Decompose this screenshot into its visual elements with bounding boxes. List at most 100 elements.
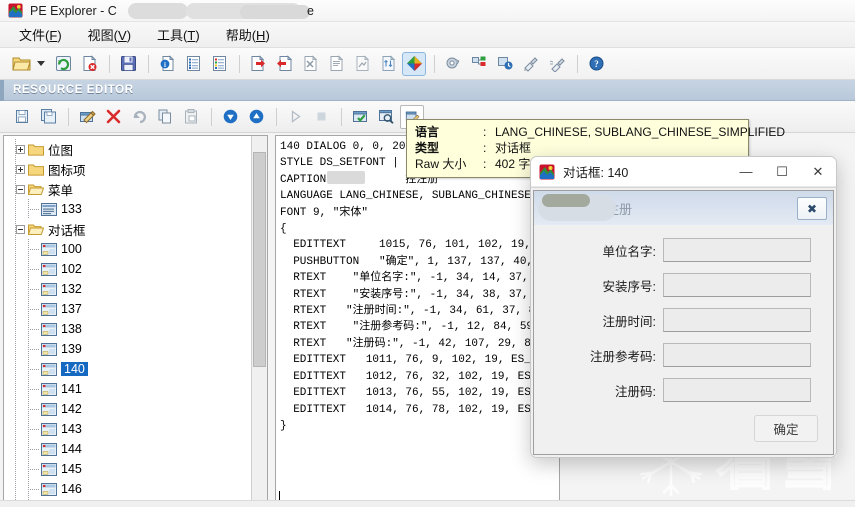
dialog-ok-button[interactable]: 确定 [754, 415, 818, 442]
preview-title-bar[interactable]: 对话框: 140 — ☐ ✕ [531, 157, 836, 187]
dialog-resource-icon [41, 482, 57, 496]
tree-item-dialog[interactable]: 143 [4, 419, 252, 439]
menu-item-file-mnemonic: F [49, 28, 58, 43]
tree-group-dialogs[interactable]: 对话框 [4, 219, 252, 239]
edit-resource-button[interactable] [75, 105, 99, 129]
menu-item-file[interactable]: 文件(F) [8, 22, 73, 47]
tree-guide-line [15, 299, 16, 319]
dialog-resource-icon [41, 462, 57, 476]
register-ref-code-field[interactable] [663, 343, 811, 367]
close-button[interactable]: ✕ [800, 157, 836, 187]
tree-guide-line [15, 279, 16, 299]
expander-plus-icon[interactable] [16, 164, 25, 174]
save-all-resources-button[interactable] [36, 105, 60, 129]
tooltip-value-type: 对话框 [495, 141, 532, 155]
move-down-button[interactable] [218, 105, 242, 129]
open-file-button[interactable] [9, 52, 33, 76]
compile-script-button[interactable] [348, 105, 372, 129]
resource-scan-button[interactable] [324, 52, 348, 76]
tree-item-dialog[interactable]: 138 [4, 319, 252, 339]
open-file-dropdown-arrow[interactable] [35, 52, 47, 76]
import-button[interactable] [272, 52, 296, 76]
menu-item-view[interactable]: 视图(V) [77, 22, 142, 47]
tree-guide-line [15, 459, 16, 479]
save-button[interactable] [116, 52, 140, 76]
tree-group-bitmap-label: 位图 [48, 143, 74, 158]
unpacker-button[interactable] [519, 52, 543, 76]
tree-item-dialog[interactable]: 100 [4, 239, 252, 259]
copy-button[interactable] [153, 105, 177, 129]
resource-editor-button[interactable] [402, 51, 426, 76]
tree-item-dialog[interactable]: 139 [4, 339, 252, 359]
resource-script-pane[interactable]: 140 DIALOG 0, 0, 200, STYLE DS_SETFONT |… [275, 135, 560, 504]
scrollbar-thumb[interactable] [253, 152, 266, 367]
expander-minus-icon[interactable] [16, 224, 25, 234]
save-resource-button[interactable] [10, 105, 34, 129]
debug-info-button[interactable] [376, 52, 400, 76]
tree-item-dialog[interactable]: 102 [4, 259, 252, 279]
tooltip-key-raw-size: Raw 大小 [415, 157, 467, 171]
export-button[interactable] [246, 52, 270, 76]
run-button[interactable] [283, 105, 307, 129]
stop-button[interactable] [309, 105, 333, 129]
field-row-install-serial: 安装序号: [534, 273, 833, 297]
disassembler-button[interactable] [441, 52, 465, 76]
scroll-up-button[interactable] [252, 136, 267, 151]
expander-plus-icon[interactable] [16, 144, 25, 154]
tree-group-icons[interactable]: 图标项 [4, 159, 252, 179]
tree-item-label: 137 [61, 302, 82, 316]
tree-vertical-scrollbar[interactable] [251, 136, 267, 503]
menu-item-view-mnemonic: V [118, 28, 127, 43]
dialog-resource-icon [41, 362, 57, 376]
tree-item-menu-133[interactable]: 133 [4, 199, 252, 219]
tree-group-bitmap[interactable]: 位图 [4, 139, 252, 159]
view-script-button[interactable] [374, 105, 398, 129]
resource-tree[interactable]: 位图 图标项 菜单 133 对话框 100 102 132 137 138 13… [4, 136, 252, 503]
delete-resource-button[interactable] [101, 105, 125, 129]
code-line: RTEXT "注册时间:", -1, 34, 61, 37, 8, [280, 305, 542, 318]
close-file-button[interactable] [77, 52, 101, 76]
dialog-close-icon[interactable]: ✖ [797, 197, 827, 220]
code-line: EDITTEXT 1014, 76, 78, 102, 19, ES_AUT [280, 403, 558, 416]
code-line: LANGUAGE LANG_CHINESE, SUBLANG_CHINESE_S… [280, 190, 558, 203]
quick-function-button[interactable] [493, 52, 517, 76]
tree-item-dialog[interactable]: 146 [4, 479, 252, 499]
tree-group-menu[interactable]: 菜单 [4, 179, 252, 199]
resource-tree-pane[interactable]: 位图 图标项 菜单 133 对话框 100 102 132 137 138 13… [3, 135, 268, 504]
tree-item-dialog-140[interactable]: 140 [4, 359, 252, 379]
tree-item-dialog[interactable]: 132 [4, 279, 252, 299]
data-directories-button[interactable] [181, 52, 205, 76]
tooltip-colon: : [483, 141, 487, 155]
menu-item-view-label: 视图 [87, 28, 114, 43]
relocations-button[interactable] [350, 52, 374, 76]
tree-item-dialog[interactable]: 144 [4, 439, 252, 459]
paste-button[interactable] [179, 105, 203, 129]
unit-name-field[interactable] [663, 238, 811, 262]
header-info-button[interactable]: i [155, 52, 179, 76]
section-headers-button[interactable] [207, 52, 231, 76]
rebuilder-button[interactable] [545, 52, 569, 76]
menu-item-tools[interactable]: 工具(T) [146, 22, 211, 47]
dialog-preview-window[interactable]: 对话框: 140 — ☐ ✕ 注册 ✖ 单位名字: 安装序号: 注册时间: 注册… [530, 156, 837, 458]
tree-item-dialog[interactable]: 137 [4, 299, 252, 319]
re-separator-4 [341, 107, 342, 126]
undo-button[interactable] [127, 105, 151, 129]
install-serial-field[interactable] [663, 273, 811, 297]
tree-group-menu-label: 菜单 [48, 183, 74, 198]
menu-item-help[interactable]: 帮助(H) [215, 22, 281, 47]
help-button[interactable]: ? [584, 52, 608, 76]
tree-item-dialog[interactable]: 145 [4, 459, 252, 479]
tree-item-dialog[interactable]: 141 [4, 379, 252, 399]
dialog-resource-icon [41, 302, 57, 316]
move-up-button[interactable] [244, 105, 268, 129]
register-code-field[interactable] [663, 378, 811, 402]
register-time-field[interactable] [663, 308, 811, 332]
menu-item-help-mnemonic: H [256, 28, 266, 43]
minimize-button[interactable]: — [728, 157, 764, 187]
maximize-button[interactable]: ☐ [764, 157, 800, 187]
delay-import-button[interactable] [298, 52, 322, 76]
dependency-scanner-button[interactable] [467, 52, 491, 76]
expander-minus-icon[interactable] [16, 184, 25, 194]
tree-item-dialog[interactable]: 142 [4, 399, 252, 419]
refresh-button[interactable] [51, 52, 75, 76]
